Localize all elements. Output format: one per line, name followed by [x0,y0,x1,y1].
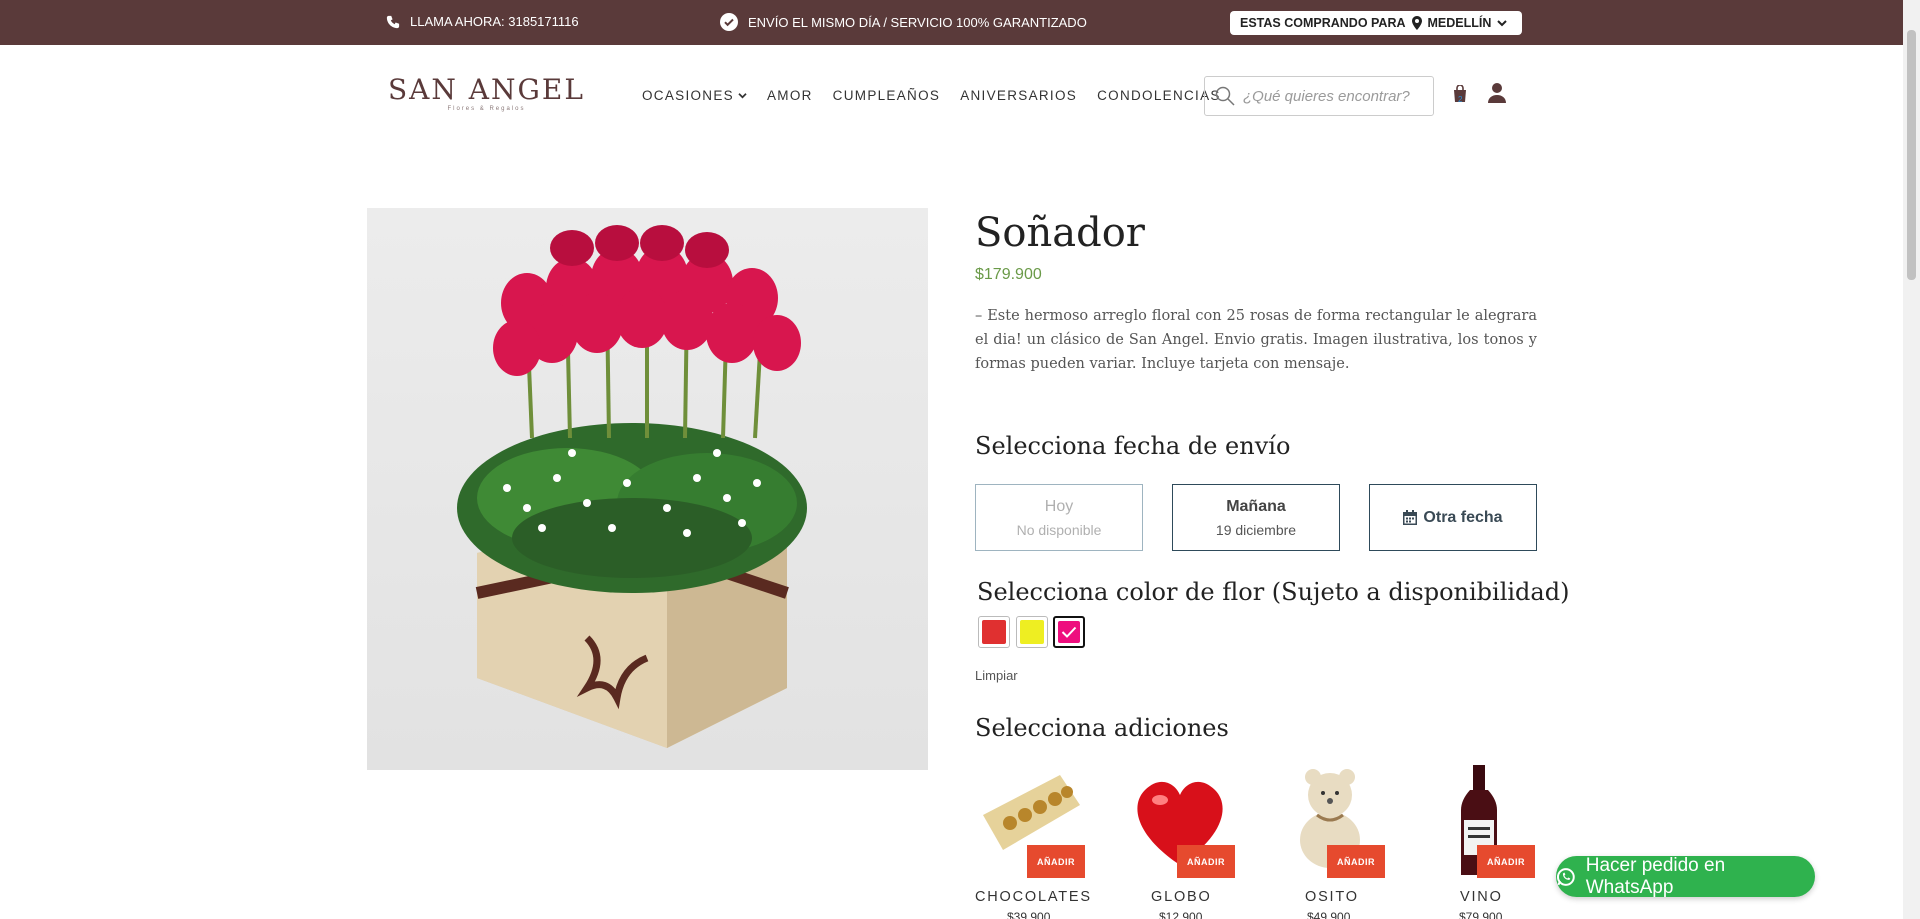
whatsapp-icon [1556,867,1575,886]
top-bar: LLAMA AHORA: 3185171116 ENVÍO EL MISMO D… [0,0,1903,45]
map-pin-icon [1411,16,1422,30]
account-button[interactable] [1488,83,1506,108]
main-nav: OCASIONES AMOR CUMPLEAÑOS ANIVERSARIOS C… [642,88,1221,103]
site-logo[interactable]: SAN ANGEL Flores & Regalos [388,73,585,112]
check-circle-icon [720,13,738,31]
date-option-label: Mañana [1226,497,1286,515]
nav-item-cumpleanos[interactable]: CUMPLEAÑOS [833,88,941,103]
phone-contact[interactable]: LLAMA AHORA: 3185171116 [386,14,579,29]
delivery-heading: Selecciona fecha de envío [975,432,1291,460]
date-option-label: Otra fecha [1423,508,1503,526]
search-box [1204,76,1434,116]
date-option-today[interactable]: Hoy No disponible [975,484,1143,551]
addon-price: $39.900 [1007,910,1051,919]
addon-price: $79.900 [1459,910,1503,919]
whatsapp-order-button[interactable]: Hacer pedido en WhatsApp [1556,854,1815,898]
addon-name: GLOBO [1151,889,1212,905]
date-option-sublabel: No disponible [1016,521,1102,538]
nav-item-aniversarios[interactable]: ANIVERSARIOS [960,88,1077,103]
chevron-down-icon [1497,20,1508,27]
addon-globo[interactable]: AÑADIR [1125,765,1250,880]
color-swatch-yellow[interactable] [1016,616,1048,648]
add-to-cart-button[interactable]: AÑADIR [1027,845,1085,878]
calendar-icon [1403,510,1418,525]
scrollbar-thumb[interactable] [1907,30,1916,280]
nav-item-amor[interactable]: AMOR [767,88,813,103]
add-to-cart-button[interactable]: AÑADIR [1177,845,1235,878]
product-description: – Este hermoso arreglo floral con 25 ros… [975,308,1537,372]
shipping-text: ENVÍO EL MISMO DÍA / SERVICIO 100% GARAN… [748,14,1087,30]
color-heading: Selecciona color de flor (Sujeto a dispo… [977,578,1570,606]
cart-count: 2 [1458,95,1463,104]
date-option-label: Hoy [1044,497,1074,515]
city-selector[interactable]: ESTAS COMPRANDO PARA MEDELLÍN [1230,11,1522,35]
addons-heading: Selecciona adiciones [975,714,1229,742]
logo-tagline: Flores & Regalos [447,106,526,112]
checkmark-icon [1061,626,1077,638]
addon-osito[interactable]: AÑADIR [1275,765,1400,880]
add-to-cart-button[interactable]: AÑADIR [1327,845,1385,878]
shipping-banner: ENVÍO EL MISMO DÍA / SERVICIO 100% GARAN… [720,13,1087,31]
logo-name: SAN ANGEL [388,73,585,106]
addon-name: VINO [1460,889,1503,905]
nav-item-ocasiones[interactable]: OCASIONES [642,88,747,103]
whatsapp-label: Hacer pedido en WhatsApp [1585,854,1726,898]
product-title: Soñador [975,210,1145,256]
cart-button[interactable]: 2 [1452,84,1468,108]
addon-vino[interactable]: AÑADIR [1425,765,1550,880]
site-header: SAN ANGEL Flores & Regalos OCASIONES AMO… [0,45,1903,145]
swatch-fill [982,620,1006,644]
buying-for-label: ESTAS COMPRANDO PARA [1240,16,1406,30]
color-swatch-red[interactable] [978,616,1010,648]
clear-color-link[interactable]: Limpiar [975,668,1018,683]
rose-arrangement-image [457,225,807,748]
nav-label: OCASIONES [642,88,734,103]
user-icon [1488,83,1506,103]
date-option-other[interactable]: Otra fecha [1369,484,1537,551]
city-name: MEDELLÍN [1427,16,1492,30]
product-price: $179.900 [975,266,1042,283]
nav-item-condolencias[interactable]: CONDOLENCIAS [1097,88,1221,103]
phone-text: LLAMA AHORA: 3185171116 [410,14,579,29]
addon-price: $49.900 [1307,910,1351,919]
swatch-fill [1058,621,1080,643]
addon-name: OSITO [1305,889,1359,905]
chevron-down-icon [738,93,747,99]
search-icon[interactable] [1215,86,1235,106]
addon-price: $12.900 [1159,910,1203,919]
date-option-sublabel: 19 diciembre [1215,521,1297,538]
product-image[interactable] [367,208,928,770]
addon-name: CHOCOLATES [975,889,1092,905]
search-input[interactable] [1243,87,1423,105]
date-option-tomorrow[interactable]: Mañana 19 diciembre [1172,484,1340,551]
color-swatch-pink[interactable] [1053,616,1085,648]
add-to-cart-button[interactable]: AÑADIR [1477,845,1535,878]
addon-chocolates[interactable]: AÑADIR [975,765,1100,880]
swatch-fill [1020,620,1044,644]
phone-icon [386,15,400,28]
page-scrollbar[interactable] [1903,0,1920,919]
